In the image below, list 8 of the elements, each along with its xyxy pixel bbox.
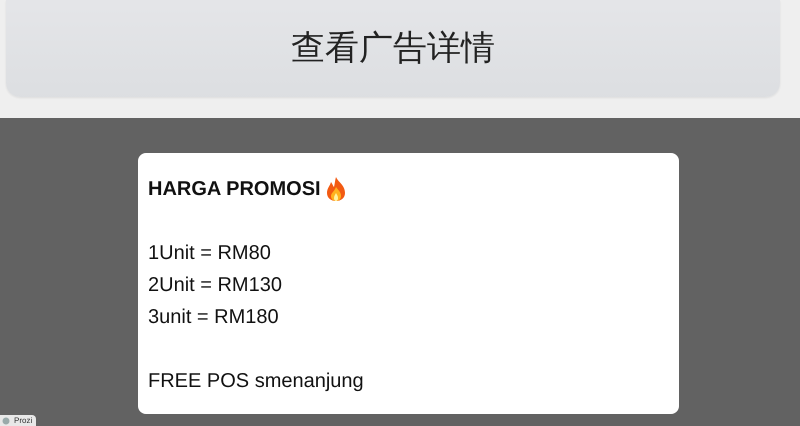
price-line: 2Unit = RM130	[148, 273, 283, 298]
fire-icon	[324, 176, 347, 202]
price-line: FREE POS smenanjung	[148, 369, 365, 394]
price-line: 1Unit = RM80	[148, 241, 272, 266]
corner-tab[interactable]: Prozi	[0, 415, 36, 426]
promo-title: HARGA PROMOSI	[148, 177, 321, 202]
price-line: 3unit = RM180	[148, 305, 280, 330]
view-ad-details-button[interactable]: 查看广告详情	[6, 0, 780, 97]
